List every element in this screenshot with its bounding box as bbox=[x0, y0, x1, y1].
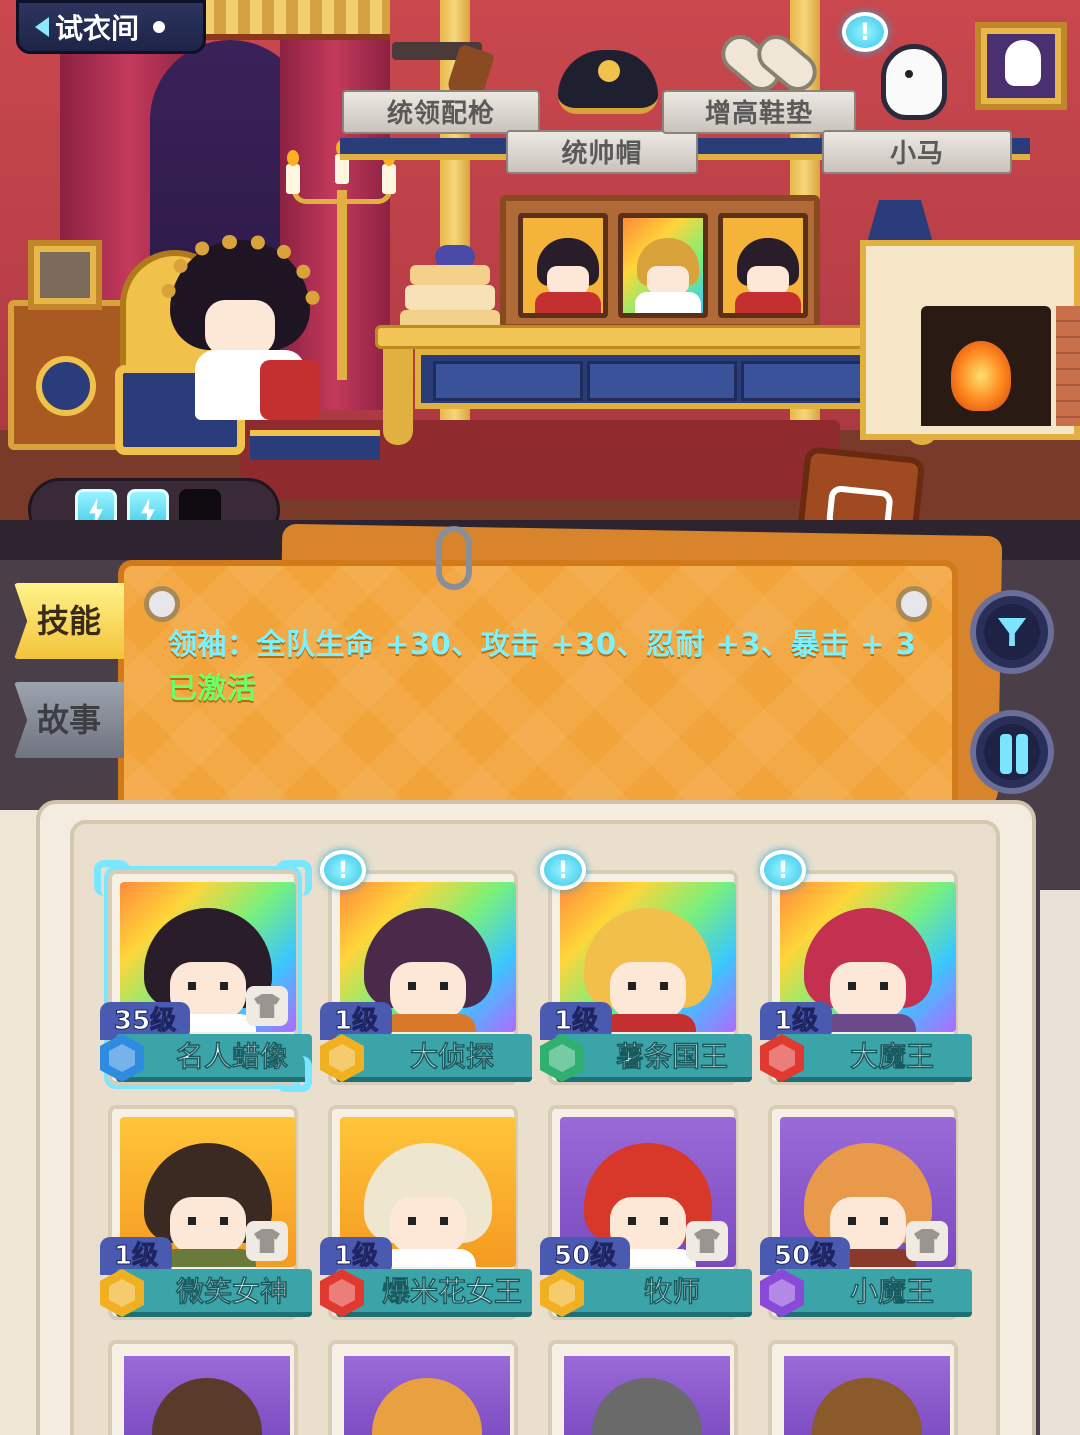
pin-icon bbox=[896, 586, 932, 622]
accessory-label-pistol[interactable]: 统领配枪 bbox=[342, 90, 540, 134]
skill-status: 已激活 bbox=[168, 671, 257, 705]
skill-description: 领袖：全队生命 +30、攻击 +30、忍耐 +3、暴击 + 3 已激活 bbox=[168, 622, 928, 710]
character-card[interactable]: 1级 爆米花女王 bbox=[320, 1105, 532, 1323]
skill-text: 领袖：全队生命 +30、攻击 +30、忍耐 +3、暴击 + 3 bbox=[168, 627, 917, 661]
outfit-icon bbox=[246, 986, 288, 1026]
back-arrow-icon bbox=[35, 17, 49, 37]
character-name: 小魔王 bbox=[776, 1269, 972, 1317]
fire-icon bbox=[951, 341, 1011, 411]
sort-button[interactable] bbox=[970, 710, 1054, 794]
notice-badge-icon: ! bbox=[540, 850, 586, 890]
selection-corner bbox=[94, 860, 130, 896]
accessory-label-hat[interactable]: 统帅帽 bbox=[506, 130, 698, 174]
character-card[interactable]: 50级 牧师 bbox=[540, 1105, 752, 1323]
showcase-frame[interactable] bbox=[618, 213, 708, 318]
showcase-frame[interactable] bbox=[718, 213, 808, 318]
dressing-room-scene: ! 统领配枪 统帅帽 增高鞋垫 小马 bbox=[0, 0, 1080, 520]
filter-button[interactable] bbox=[970, 590, 1054, 674]
notice-badge-icon: ! bbox=[760, 850, 806, 890]
character-name: 爆米花女王 bbox=[336, 1269, 532, 1317]
character-card[interactable]: 1级 大魔王 ! bbox=[760, 850, 972, 1088]
character-name: 大侦探 bbox=[336, 1034, 532, 1082]
wall-portrait bbox=[28, 240, 102, 310]
back-button[interactable]: 试衣间 bbox=[16, 0, 206, 54]
back-button-label: 试衣间 bbox=[55, 12, 140, 45]
pin-icon bbox=[144, 586, 180, 622]
showcase-frame[interactable] bbox=[518, 213, 608, 318]
character-name: 大魔王 bbox=[776, 1034, 972, 1082]
selection-corner bbox=[276, 860, 312, 896]
sort-icon bbox=[1000, 734, 1012, 774]
tab-skill[interactable]: 技能 bbox=[14, 583, 124, 659]
character-name: 牧师 bbox=[556, 1269, 752, 1317]
outfit-icon bbox=[906, 1221, 948, 1261]
character-card[interactable]: 1级 微笑女神 bbox=[100, 1105, 312, 1323]
character-card[interactable] bbox=[108, 1340, 298, 1435]
layer-cake bbox=[400, 240, 500, 330]
character-card[interactable]: 50级 小魔王 bbox=[760, 1105, 972, 1323]
skill-info-panel: 领袖：全队生命 +30、攻击 +30、忍耐 +3、暴击 + 3 已激活 bbox=[118, 526, 958, 810]
tab-story[interactable]: 故事 bbox=[14, 682, 124, 758]
throne-steps bbox=[250, 430, 380, 460]
insole-icon[interactable] bbox=[713, 27, 825, 99]
character-card[interactable]: 1级 薯条国王 ! bbox=[540, 850, 752, 1088]
character-card[interactable]: 35级 名人蜡像 bbox=[94, 860, 312, 1092]
character-name: 微笑女神 bbox=[116, 1269, 312, 1317]
side-cabinet bbox=[8, 300, 128, 450]
character-card[interactable] bbox=[328, 1340, 518, 1435]
accessory-label-pony[interactable]: 小马 bbox=[822, 130, 1012, 174]
character-name: 薯条国王 bbox=[556, 1034, 752, 1082]
status-dot-icon bbox=[153, 21, 166, 33]
bicorne-hat-icon[interactable] bbox=[548, 42, 668, 122]
character-card[interactable] bbox=[768, 1340, 958, 1435]
outfit-showcase bbox=[500, 195, 820, 330]
character-card[interactable]: 1级 大侦探 ! bbox=[320, 850, 532, 1088]
horse-portrait bbox=[975, 22, 1067, 110]
outfit-icon bbox=[246, 1221, 288, 1261]
fireplace bbox=[860, 240, 1080, 440]
pony-icon[interactable] bbox=[875, 40, 955, 130]
character-card[interactable] bbox=[548, 1340, 738, 1435]
selection-corner bbox=[276, 1056, 312, 1092]
horse-icon bbox=[1005, 40, 1041, 86]
outfit-icon bbox=[686, 1221, 728, 1261]
notice-badge-icon: ! bbox=[320, 850, 366, 890]
paperclip-icon bbox=[436, 526, 472, 590]
accessory-label-insole[interactable]: 增高鞋垫 bbox=[662, 90, 856, 134]
rose-medal-icon bbox=[36, 356, 96, 416]
notice-badge-icon: ! bbox=[842, 12, 888, 52]
